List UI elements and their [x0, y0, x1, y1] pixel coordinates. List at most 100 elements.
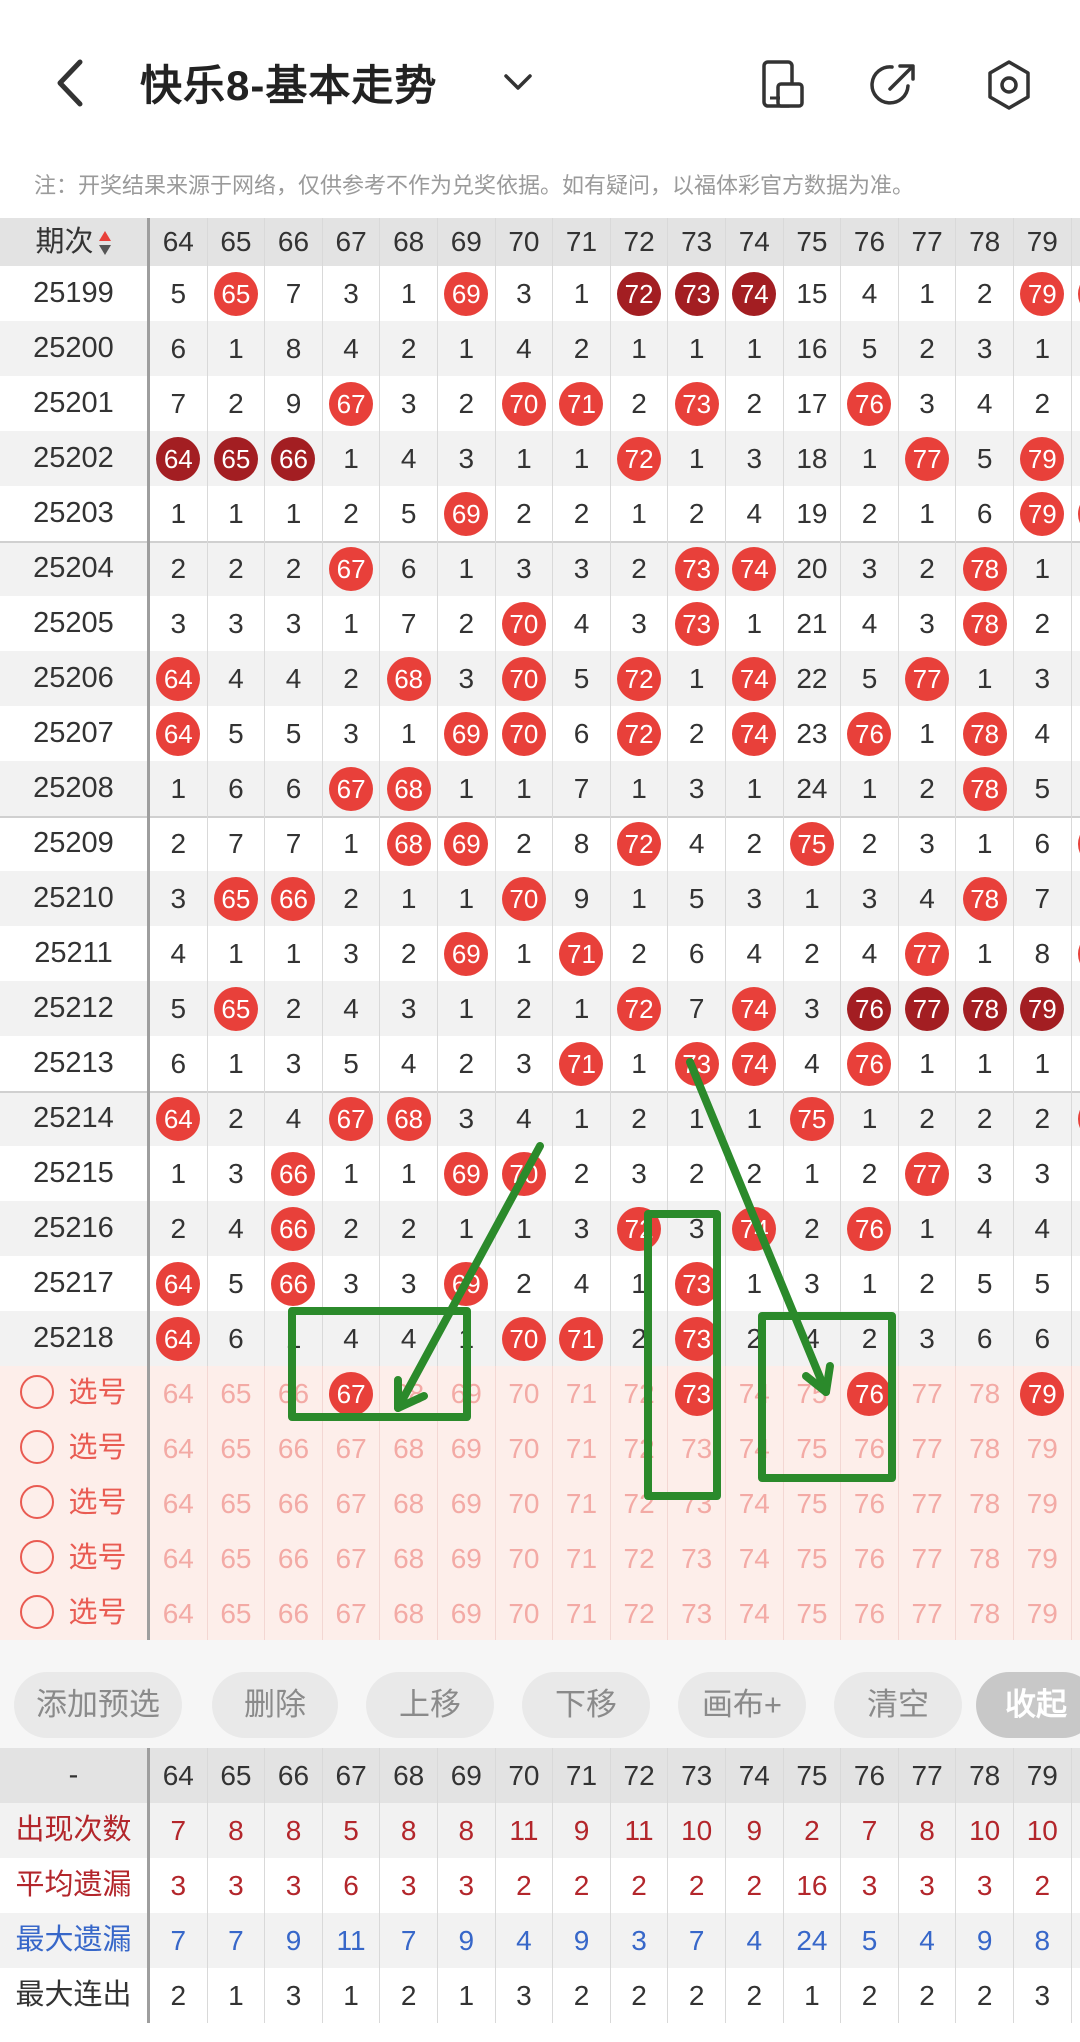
settings-icon[interactable] [984, 58, 1034, 112]
pick-number[interactable]: 69 [438, 1366, 496, 1421]
back-icon[interactable] [52, 58, 92, 108]
pick-radio[interactable] [20, 1540, 55, 1575]
toolbar-button[interactable]: 添加预选 [14, 1672, 182, 1738]
pick-number[interactable]: 74 [726, 1366, 784, 1421]
pick-number[interactable]: 78 [956, 1531, 1014, 1586]
device-icon[interactable] [758, 58, 808, 112]
pick-number[interactable]: 80 [1072, 1476, 1080, 1531]
pick-number[interactable]: 77 [899, 1421, 957, 1476]
pick-number[interactable]: 65 [208, 1531, 266, 1586]
pick-number[interactable]: 71 [553, 1421, 611, 1476]
pick-number[interactable]: 79 [1014, 1586, 1072, 1641]
pick-number[interactable]: 66 [265, 1531, 323, 1586]
pick-number[interactable]: 68 [380, 1586, 438, 1641]
toolbar-button[interactable]: 删除 [212, 1672, 338, 1738]
pick-radio[interactable] [20, 1375, 55, 1410]
pick-number[interactable]: 73 [668, 1531, 726, 1586]
share-icon[interactable] [868, 58, 918, 112]
pick-row-label[interactable]: 选号 [0, 1421, 150, 1476]
pick-number[interactable]: 65 [208, 1366, 266, 1421]
pick-number[interactable]: 77 [899, 1586, 957, 1641]
pick-number[interactable]: 77 [899, 1476, 957, 1531]
pick-number[interactable]: 76 [841, 1586, 899, 1641]
pick-row-label[interactable]: 选号 [0, 1366, 150, 1421]
pick-number[interactable]: 72 [611, 1366, 669, 1421]
pick-number[interactable]: 67 [323, 1586, 381, 1641]
pick-number[interactable]: 67 [323, 1366, 381, 1421]
pick-number[interactable]: 78 [956, 1421, 1014, 1476]
toolbar-button[interactable]: 下移 [522, 1672, 650, 1738]
pick-number[interactable]: 76 [841, 1476, 899, 1531]
pick-number[interactable]: 72 [611, 1421, 669, 1476]
pick-number[interactable]: 69 [438, 1476, 496, 1531]
pick-number[interactable]: 69 [438, 1586, 496, 1641]
pick-number[interactable]: 65 [208, 1586, 266, 1641]
pick-number[interactable]: 79 [1014, 1531, 1072, 1586]
pick-number[interactable]: 67 [323, 1531, 381, 1586]
toolbar-button[interactable]: 上移 [366, 1672, 494, 1738]
pick-number[interactable]: 75 [784, 1421, 842, 1476]
pick-number[interactable]: 70 [496, 1421, 554, 1476]
pick-number[interactable]: 65 [208, 1421, 266, 1476]
pick-radio[interactable] [20, 1430, 55, 1465]
pick-number[interactable]: 75 [784, 1366, 842, 1421]
pick-number[interactable]: 67 [323, 1421, 381, 1476]
pick-number[interactable]: 66 [265, 1586, 323, 1641]
pick-number[interactable]: 68 [380, 1421, 438, 1476]
collapse-button[interactable]: 收起 [976, 1672, 1080, 1738]
pick-row-label[interactable]: 选号 [0, 1476, 150, 1531]
chevron-down-icon[interactable] [500, 70, 536, 94]
pick-number[interactable]: 73 [668, 1421, 726, 1476]
pick-number[interactable]: 74 [726, 1421, 784, 1476]
pick-radio[interactable] [20, 1485, 55, 1520]
pick-row-label[interactable]: 选号 [0, 1586, 150, 1641]
pick-number[interactable]: 71 [553, 1586, 611, 1641]
pick-number[interactable]: 64 [150, 1421, 208, 1476]
pick-radio[interactable] [20, 1595, 55, 1630]
pick-number[interactable]: 66 [265, 1476, 323, 1531]
pick-number[interactable]: 70 [496, 1531, 554, 1586]
pick-number[interactable]: 69 [438, 1421, 496, 1476]
pick-number[interactable]: 76 [841, 1421, 899, 1476]
pick-number[interactable]: 75 [784, 1586, 842, 1641]
pick-number[interactable]: 71 [553, 1531, 611, 1586]
pick-number[interactable]: 80 [1072, 1366, 1080, 1421]
pick-number[interactable]: 79 [1014, 1476, 1072, 1531]
pick-number[interactable]: 65 [208, 1476, 266, 1531]
pick-number[interactable]: 80 [1072, 1531, 1080, 1586]
pick-number[interactable]: 72 [611, 1476, 669, 1531]
pick-number[interactable]: 78 [956, 1366, 1014, 1421]
pick-number[interactable]: 66 [265, 1421, 323, 1476]
page-title[interactable]: 快乐8-基本走势 [140, 52, 437, 113]
pick-number[interactable]: 74 [726, 1586, 784, 1641]
pick-number[interactable]: 79 [1014, 1421, 1072, 1476]
pick-number[interactable]: 75 [784, 1476, 842, 1531]
pick-number[interactable]: 78 [956, 1476, 1014, 1531]
pick-number[interactable]: 71 [553, 1366, 611, 1421]
pick-number[interactable]: 75 [784, 1531, 842, 1586]
pick-number[interactable]: 64 [150, 1586, 208, 1641]
pick-number[interactable]: 68 [380, 1366, 438, 1421]
pick-number[interactable]: 77 [899, 1531, 957, 1586]
pick-number[interactable]: 76 [841, 1366, 899, 1421]
pick-number[interactable]: 77 [899, 1366, 957, 1421]
pick-number[interactable]: 80 [1072, 1421, 1080, 1476]
pick-number[interactable]: 72 [611, 1586, 669, 1641]
pick-number[interactable]: 78 [956, 1586, 1014, 1641]
pick-number[interactable]: 69 [438, 1531, 496, 1586]
pick-number[interactable]: 70 [496, 1586, 554, 1641]
pick-number[interactable]: 68 [380, 1531, 438, 1586]
toolbar-button[interactable]: 清空 [834, 1672, 962, 1738]
pick-number[interactable]: 74 [726, 1531, 784, 1586]
pick-number[interactable]: 80 [1072, 1586, 1080, 1641]
pick-number[interactable]: 64 [150, 1531, 208, 1586]
pick-number[interactable]: 64 [150, 1476, 208, 1531]
pick-number[interactable]: 71 [553, 1476, 611, 1531]
pick-number[interactable]: 67 [323, 1476, 381, 1531]
pick-number[interactable]: 79 [1014, 1366, 1072, 1421]
pick-number[interactable]: 73 [668, 1366, 726, 1421]
pick-number[interactable]: 64 [150, 1366, 208, 1421]
pick-row-label[interactable]: 选号 [0, 1531, 150, 1586]
pick-number[interactable]: 76 [841, 1531, 899, 1586]
pick-number[interactable]: 68 [380, 1476, 438, 1531]
